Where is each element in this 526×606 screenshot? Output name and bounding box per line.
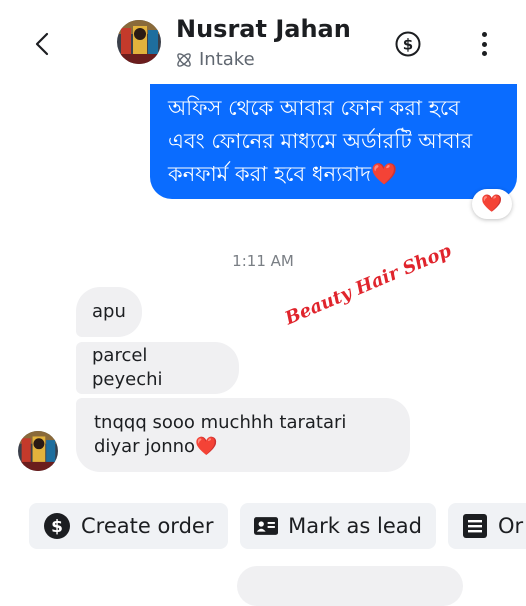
sender-avatar[interactable] [18, 431, 58, 471]
payment-button[interactable]: $ [395, 31, 421, 57]
document-list-icon [463, 514, 487, 538]
dollar-circle-icon: $ [44, 513, 70, 539]
id-card-icon [254, 517, 279, 535]
dot [481, 41, 487, 47]
incoming-message-text: parcel peyechi [92, 345, 163, 390]
outgoing-message-text: অফিস থেকে আবার ফোন করা হবে এবং ফোনের মাধ… [168, 96, 473, 186]
atom-icon [177, 52, 191, 67]
order-action-button[interactable]: Or [448, 503, 526, 549]
svg-text:$: $ [403, 36, 413, 54]
dot [481, 51, 487, 56]
message-reaction[interactable]: ❤️ [472, 189, 512, 219]
dollar-circle-icon: $ [395, 31, 421, 57]
back-button[interactable] [30, 26, 54, 62]
dot [481, 32, 487, 37]
more-options-button[interactable] [474, 30, 494, 58]
avatar[interactable] [117, 20, 161, 64]
chevron-left-icon [35, 32, 49, 56]
outgoing-message[interactable]: অফিস থেকে আবার ফোন করা হবে এবং ফোনের মাধ… [150, 84, 517, 199]
mark-as-lead-button[interactable]: Mark as lead [240, 503, 436, 549]
mark-as-lead-label: Mark as lead [288, 514, 422, 538]
contact-name[interactable]: Nusrat Jahan [176, 15, 351, 43]
create-order-label: Create order [81, 514, 214, 538]
heart-reaction: ❤️ [481, 194, 503, 214]
incoming-message-text: apu [92, 301, 126, 322]
incoming-message[interactable]: tnqqq sooo muchhh taratari diyar jonno❤️ [76, 398, 410, 472]
avatar-image [18, 431, 58, 471]
incoming-message[interactable]: apu [76, 287, 142, 337]
label-tag[interactable]: Intake [175, 49, 255, 70]
create-order-button[interactable]: $ Create order [29, 503, 228, 549]
incoming-message[interactable]: parcel peyechi [76, 342, 239, 394]
order-action-label: Or [498, 514, 524, 538]
label-tag-text: Intake [199, 49, 255, 70]
avatar-image [117, 20, 161, 64]
partial-message [237, 566, 463, 606]
svg-text:$: $ [51, 517, 63, 537]
incoming-message-text: tnqqq sooo muchhh taratari diyar jonno❤️ [94, 412, 347, 457]
